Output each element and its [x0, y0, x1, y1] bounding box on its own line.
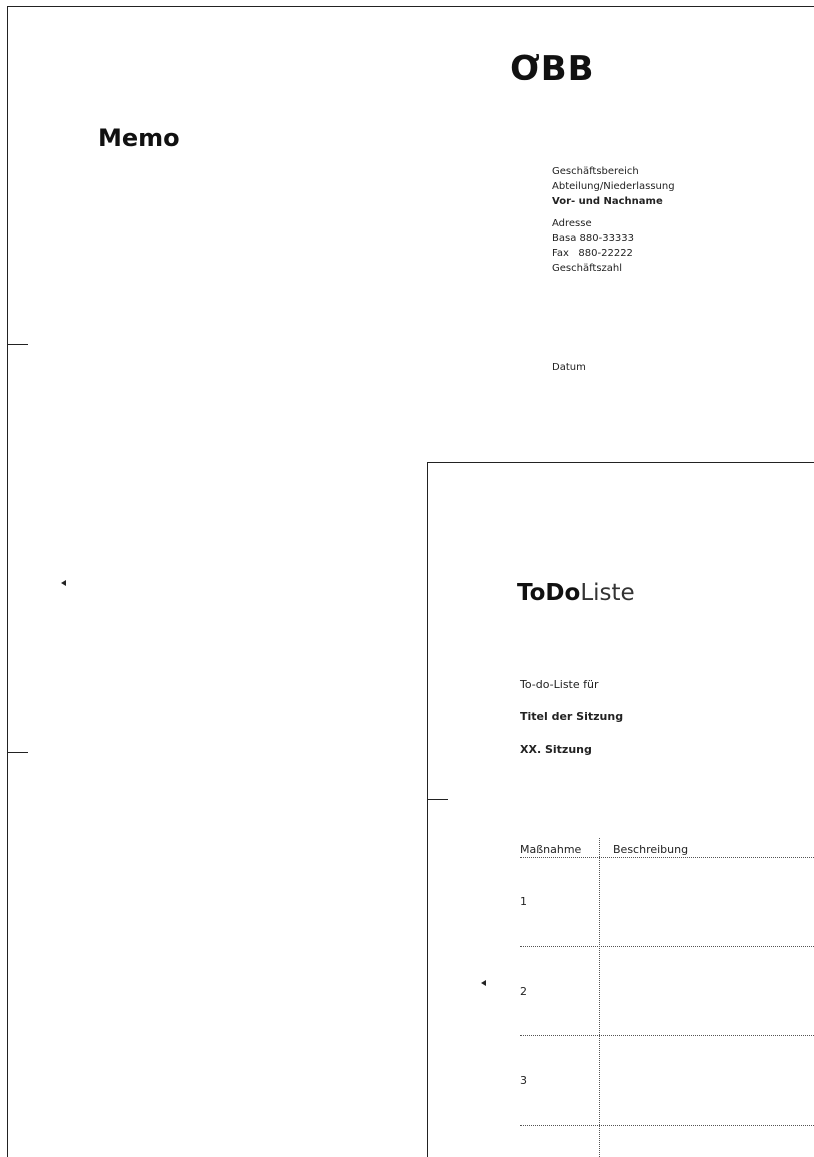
table-header-measure: Maßnahme [520, 843, 582, 856]
table-row-line [520, 1125, 814, 1126]
sender-address: Adresse [552, 218, 592, 229]
obb-logo: ƠBB [510, 49, 595, 89]
table-column-divider [599, 838, 600, 1157]
sender-file-number: Geschäftszahl [552, 263, 623, 274]
table-header-line [520, 857, 814, 858]
table-header-description: Beschreibung [613, 843, 689, 856]
todo-title-light: Liste [580, 580, 635, 606]
fold-mark [427, 799, 448, 800]
table-row-number: 2 [520, 985, 527, 998]
todo-for-label: To-do-Liste für [520, 678, 599, 691]
sender-name: Vor- und Nachname [552, 196, 663, 207]
meeting-title: Titel der Sitzung [520, 710, 624, 723]
sender-gap [552, 209, 675, 216]
todo-page-left-edge [427, 462, 428, 1157]
sender-phone: Basa 880-33333 [552, 233, 635, 244]
memo-page-left-edge [7, 6, 8, 1157]
sender-block: Geschäftsbereich Abteilung/Niederlassung… [552, 164, 675, 276]
sender-division: Geschäftsbereich [552, 166, 639, 177]
todo-title-strong: ToDo [517, 580, 581, 606]
table-row-number: 3 [520, 1074, 527, 1087]
fold-mark [7, 344, 28, 345]
todo-page-top-edge [427, 462, 814, 463]
date-label: Datum [552, 362, 586, 373]
table-row-line [520, 946, 814, 947]
punch-mark-icon [61, 580, 66, 586]
table-row-number: 1 [520, 895, 527, 908]
meeting-number: XX. Sitzung [520, 743, 592, 756]
sender-fax: Fax 880-22222 [552, 248, 633, 259]
fold-mark [7, 752, 28, 753]
punch-mark-icon [481, 980, 486, 986]
todo-title: ToDoListe [517, 580, 635, 606]
memo-title: Memo [98, 124, 180, 152]
sender-department: Abteilung/Niederlassung [552, 181, 675, 192]
table-row-line [520, 1035, 814, 1036]
memo-page-top-edge [7, 6, 814, 7]
